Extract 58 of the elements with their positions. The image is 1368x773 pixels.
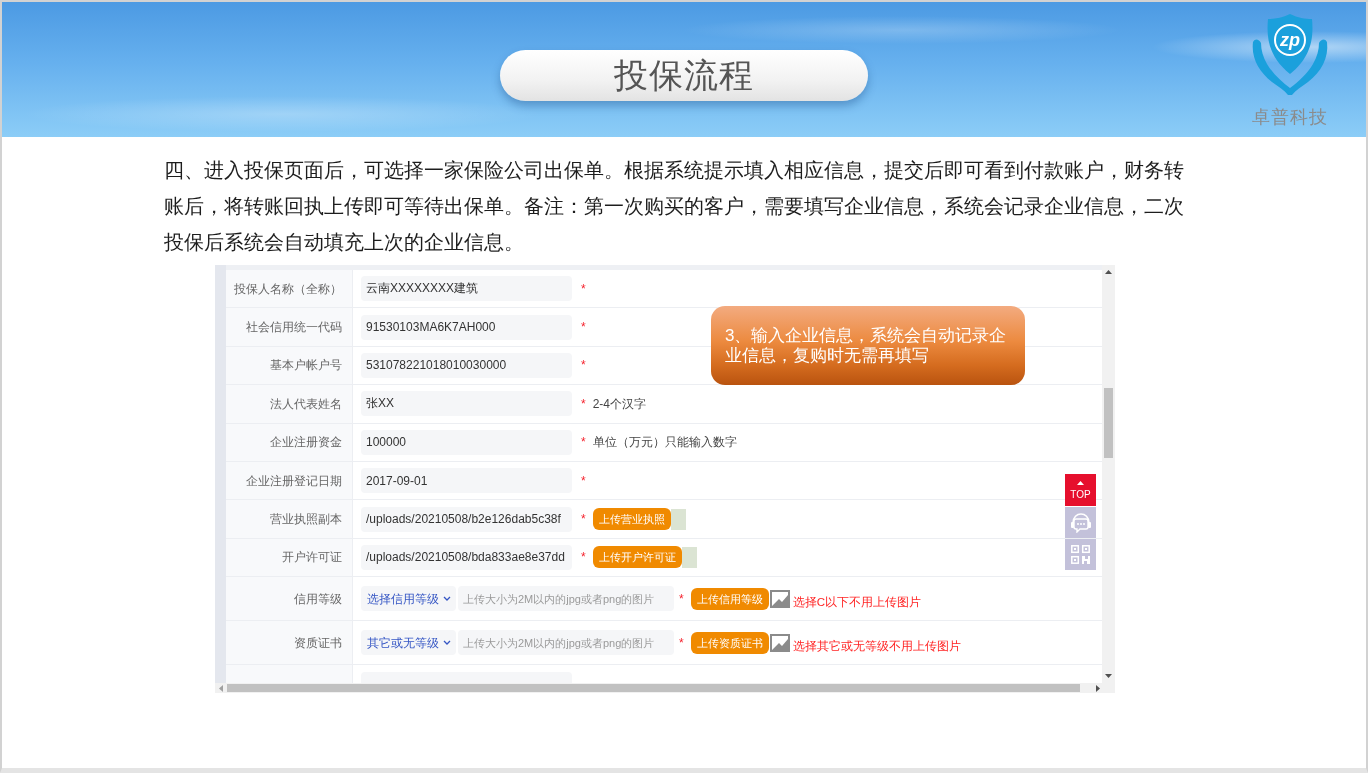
required-mark: * [581,280,586,298]
input-field[interactable]: /uploads/20210508/bda833ae8e37dd [361,544,572,570]
upload-note: 选择其它或无等级不用上传图片 [792,638,961,654]
field-hint: 单位（万元）只能输入数字 [592,434,737,452]
chevron-down-icon [443,596,451,602]
instruction-paragraph: 四、进入投保页面后，可选择一家保险公司出保单。根据系统提示填入相应信息，提交后即可看到付款账户，财务转账后，将转账回执上传即可等待出保单。备注：第一次购买的客户，需要填写企业信息，系统会记录企业信息，二次投保后系统会自动填充上次的企业信息。 [164,158,1185,255]
scroll-right-icon[interactable] [1096,684,1100,692]
required-mark: * [581,472,586,490]
scrollbar-thumb[interactable] [1104,388,1113,458]
scrollbar-thumb[interactable] [227,684,1080,692]
grade-select[interactable]: 选择信用等级 [361,586,456,612]
field-label: 资质证书 [226,621,353,665]
input-field[interactable]: 2017-09-01 [361,468,572,494]
grade-select[interactable]: 其它或无等级 [361,630,456,656]
shield-hands-icon [1252,14,1328,95]
input-field[interactable]: /uploads/20210508/b2e126dab5c38f [361,506,572,532]
input-field[interactable]: 100000 [361,429,572,455]
required-mark: * [581,357,586,375]
required-mark: * [679,634,684,652]
required-mark: * [581,511,586,529]
field-label: 开户许可证 [226,538,353,577]
field-label: 基本户帐户号 [226,346,353,385]
horizontal-scrollbar[interactable] [215,683,1115,693]
required-mark: * [581,434,586,452]
company-name: 卓普科技 [1252,106,1328,128]
slide-title: 投保流程 [500,50,868,101]
required-mark: * [581,549,586,567]
required-mark: * [581,319,586,337]
input-field[interactable]: 张XX [361,391,572,417]
file-path-field[interactable]: 上传大小为2M以内的jpg或者png的图片 [458,586,674,612]
field-label: 社会信用统一代码 [226,308,353,346]
field-hint: 2-4个汉字 [592,395,646,413]
field-label: 信用等级 [226,577,353,621]
scroll-down-icon[interactable] [1105,674,1112,678]
callout-note: 3、输入企业信息，系统会自动记录企业信息，复购时无需再填写 [711,306,1025,385]
field-label: 法人代表姓名 [226,385,353,423]
logo-mark: zp [1280,30,1300,50]
field-label: 投保人名称（全称） [226,270,353,308]
customer-service-button[interactable] [1065,507,1096,538]
scroll-left-icon[interactable] [219,684,223,692]
headset-icon [1069,512,1092,533]
required-mark: * [679,590,684,608]
field-label: 企业注册资金 [226,423,353,461]
field-label: 营业执照副本 [226,500,353,538]
scroll-up-icon[interactable] [1105,270,1112,274]
caret-up-icon [1077,480,1084,485]
qr-code-button[interactable] [1065,539,1096,570]
input-field[interactable]: 云南XXXXXXXX建筑 [361,276,572,302]
upload-note: 选择C以下不用上传图片 [792,594,921,610]
qr-code-icon [1071,545,1090,564]
required-mark: * [581,395,586,413]
input-field[interactable]: 91530103MA6K7AH000 [361,314,572,340]
back-to-top-button[interactable]: TOP [1065,474,1096,506]
vertical-scrollbar[interactable] [1102,265,1115,683]
chevron-down-icon [443,640,451,646]
field-label: 企业注册登记日期 [226,461,353,500]
input-field[interactable]: 531078221018010030000 [361,352,572,378]
file-path-field[interactable]: 上传大小为2M以内的jpg或者png的图片 [458,630,674,656]
